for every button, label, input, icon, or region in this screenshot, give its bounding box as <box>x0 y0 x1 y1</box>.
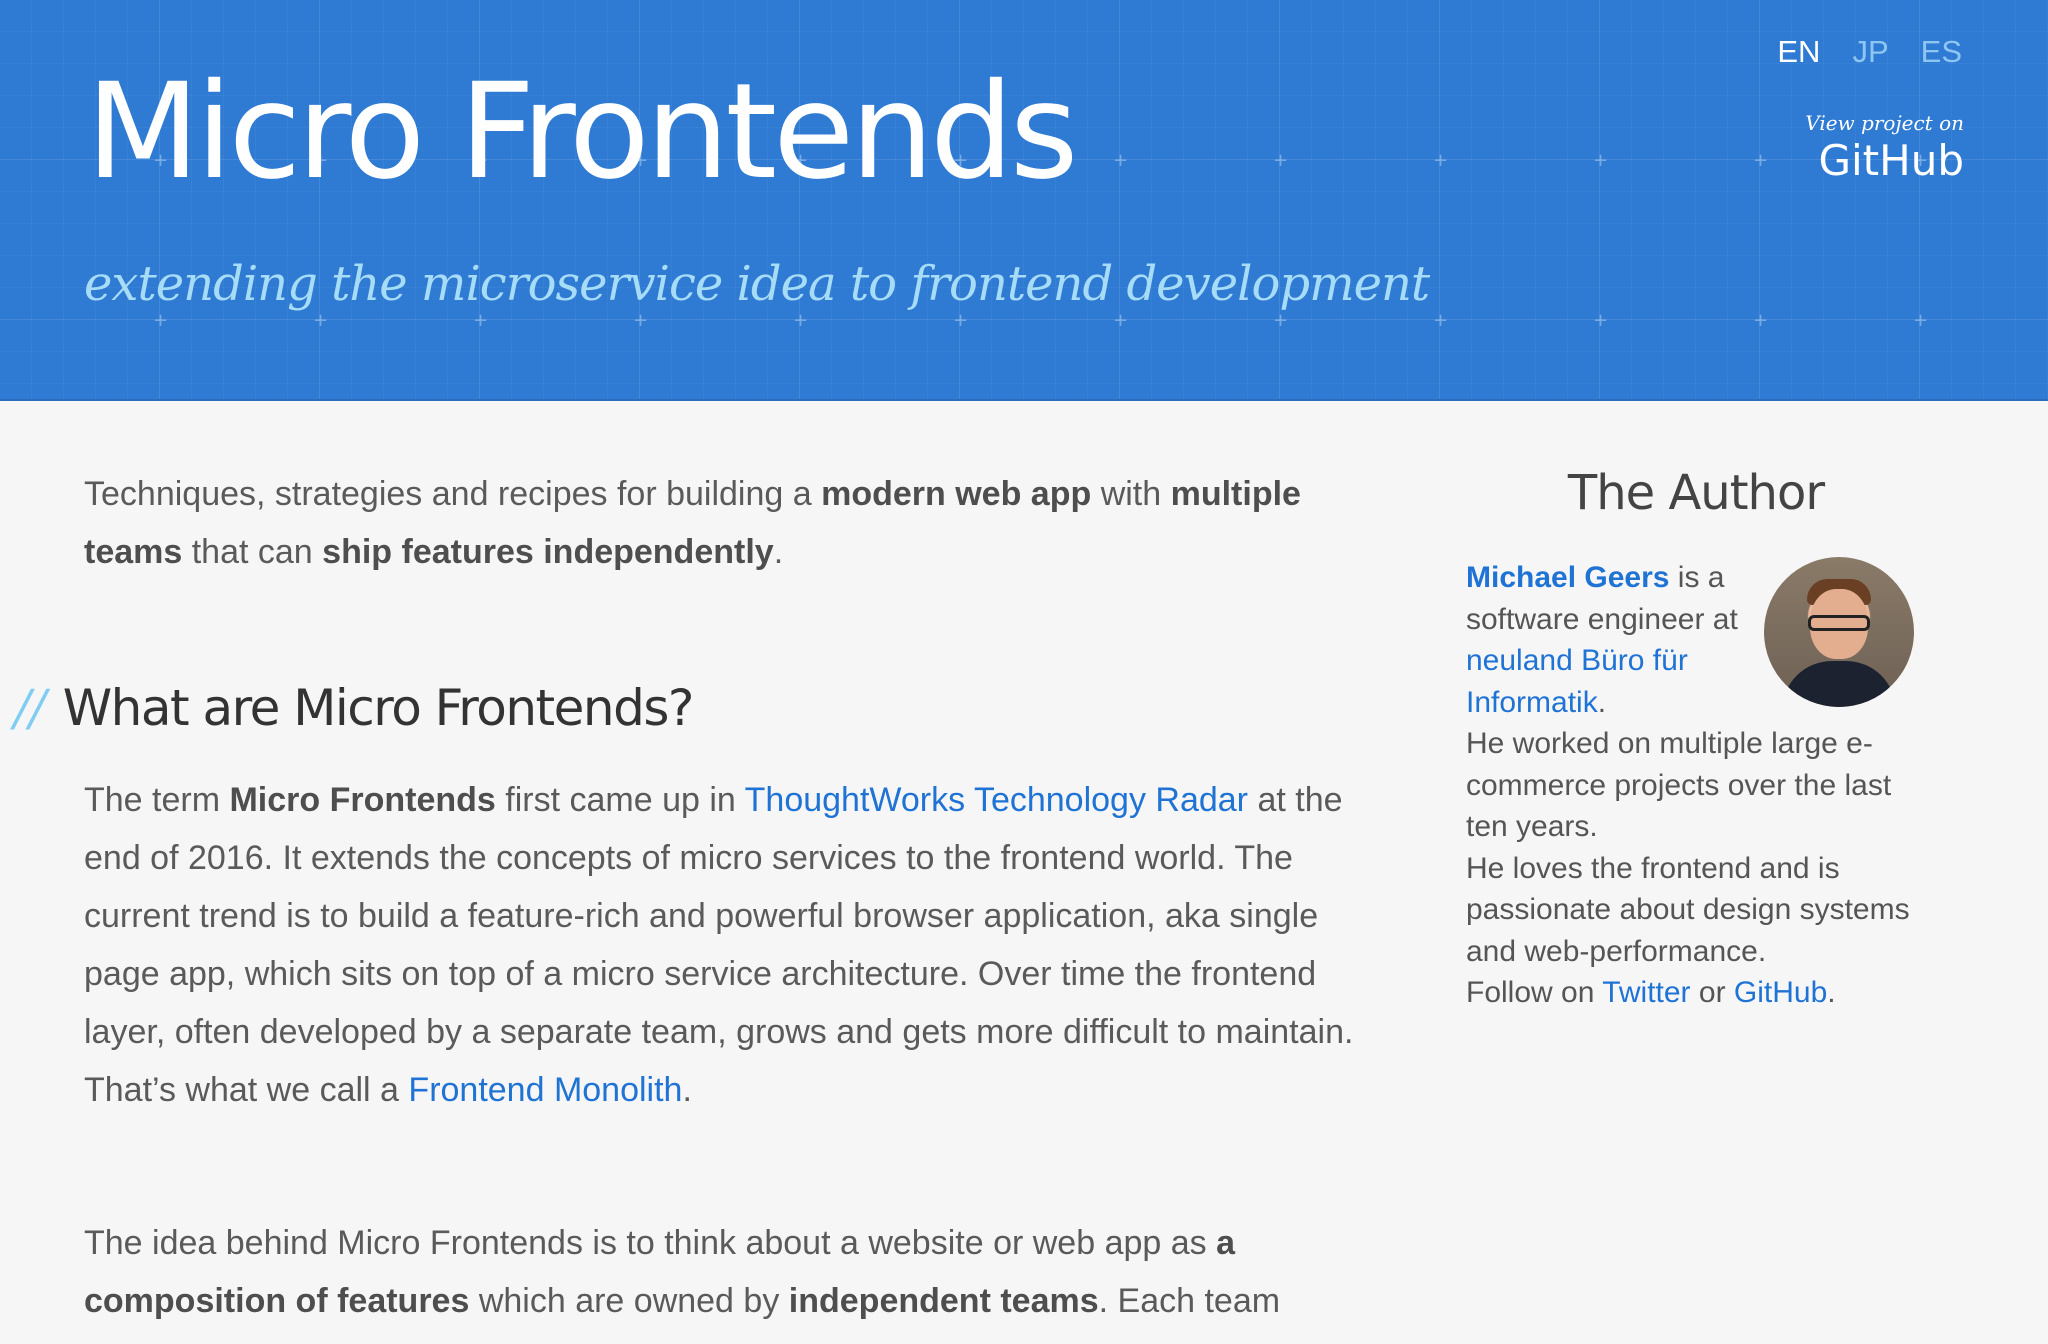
paragraph-text: which are owned by <box>469 1282 789 1320</box>
follow-text: or <box>1690 976 1734 1009</box>
language-switcher: EN JP ES <box>1777 32 1962 72</box>
heading-slashes: // <box>14 679 46 737</box>
follow-text: . <box>1827 976 1836 1009</box>
site-header: ++++++++++++++++++++++++++ Micro Fronten… <box>0 0 2048 401</box>
paragraph-text: at the end of 2016. It extends the conce… <box>84 781 1354 1109</box>
frontend-monolith-link[interactable]: Frontend Monolith <box>408 1071 682 1109</box>
paragraph-text: . <box>682 1071 692 1109</box>
grid-marker: + <box>1593 150 1609 171</box>
heading-text: What are Micro Frontends? <box>62 679 695 737</box>
github-link-caption: View project on <box>1805 111 1964 135</box>
paragraph-text: first came up in <box>495 781 745 819</box>
github-project-link[interactable]: View project on GitHub <box>1805 110 1964 186</box>
grid-marker: + <box>1593 310 1609 331</box>
main-content-area: Techniques, strategies and recipes for b… <box>0 403 2048 1344</box>
intro-text: with <box>1091 475 1171 513</box>
bio-text: He worked on multiple large e-commerce p… <box>1466 727 1892 843</box>
company-link[interactable]: neuland Büro für Informatik <box>1466 644 1688 719</box>
site-tagline: extending the microservice idea to front… <box>84 256 1430 312</box>
avatar-glasses <box>1808 615 1870 631</box>
paragraph-emphasis: Micro Frontends <box>229 781 496 819</box>
grid-marker: + <box>1913 310 1929 331</box>
grid-marker: + <box>1753 150 1769 171</box>
section-heading: // What are Micro Frontends? <box>14 673 695 743</box>
intro-text: that can <box>182 533 323 571</box>
github-link-label: GitHub <box>1818 136 1964 185</box>
intro-emphasis: ship features independently <box>322 533 774 571</box>
sidebar-title: The Author <box>1567 465 1825 521</box>
grid-marker: + <box>1753 310 1769 331</box>
language-link-jp[interactable]: JP <box>1852 32 1888 72</box>
intro-text: Techniques, strategies and recipes for b… <box>84 475 822 513</box>
author-avatar <box>1764 557 1914 707</box>
author-bio: Michael Geers is a software engineer at … <box>1466 557 1926 1014</box>
twitter-link[interactable]: Twitter <box>1602 976 1690 1009</box>
author-name: Michael Geers <box>1466 561 1670 594</box>
intro-emphasis: modern web app <box>821 475 1092 513</box>
follow-text: Follow on <box>1466 976 1603 1009</box>
grid-marker: + <box>1273 150 1289 171</box>
paragraph-emphasis: independent teams <box>788 1282 1099 1320</box>
idea-paragraph: The idea behind Micro Frontends is to th… <box>84 1214 1384 1330</box>
bio-text: He loves the frontend and is passionate … <box>1466 851 1910 968</box>
avatar-shirt <box>1782 661 1896 707</box>
paragraph-text: The term <box>84 781 230 819</box>
grid-marker: + <box>1113 150 1129 171</box>
author-name-link[interactable]: Michael Geers <box>1466 561 1669 594</box>
definition-paragraph: The term Micro Frontends first came up i… <box>84 771 1384 1119</box>
intro-paragraph: Techniques, strategies and recipes for b… <box>84 465 1384 581</box>
language-link-es[interactable]: ES <box>1921 32 1962 72</box>
site-title: Micro Frontends <box>86 55 1079 209</box>
grid-marker: + <box>1433 310 1449 331</box>
grid-marker: + <box>1433 150 1449 171</box>
intro-text: . <box>773 533 784 571</box>
thoughtworks-radar-link[interactable]: ThoughtWorks Technology Radar <box>745 781 1248 819</box>
author-github-link[interactable]: GitHub <box>1734 976 1827 1009</box>
language-link-en[interactable]: EN <box>1777 32 1820 72</box>
bio-text: . <box>1597 685 1607 719</box>
paragraph-text: . Each team <box>1098 1282 1281 1320</box>
paragraph-text: The idea behind Micro Frontends is to th… <box>84 1224 1217 1262</box>
